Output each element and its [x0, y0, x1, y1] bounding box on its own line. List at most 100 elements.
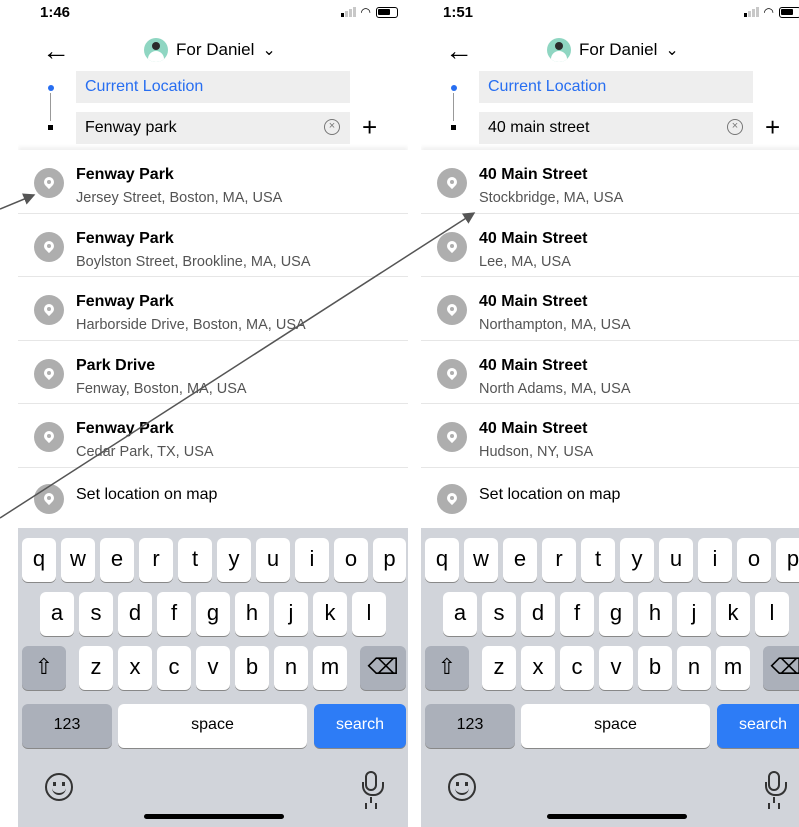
arrow-left-icon[interactable]: ←: [445, 37, 473, 65]
list-item[interactable]: 40 Main Street Hudson, NY, USA: [421, 404, 799, 468]
location-pin-icon: [34, 422, 64, 452]
key-w[interactable]: w: [61, 538, 95, 582]
clear-circle-icon[interactable]: ×: [324, 119, 340, 135]
key-g[interactable]: g: [196, 592, 230, 636]
pickup-input[interactable]: Current Location: [76, 71, 350, 103]
key-e[interactable]: e: [503, 538, 537, 582]
key-w[interactable]: w: [464, 538, 498, 582]
key-b[interactable]: b: [638, 646, 672, 690]
set-location-on-map[interactable]: Set location on map: [421, 468, 799, 524]
key-y[interactable]: y: [217, 538, 251, 582]
key-i[interactable]: i: [698, 538, 732, 582]
key-f[interactable]: f: [157, 592, 191, 636]
key-q[interactable]: q: [22, 538, 56, 582]
key-p[interactable]: p: [776, 538, 799, 582]
key-m[interactable]: m: [313, 646, 347, 690]
key-m[interactable]: m: [716, 646, 750, 690]
key-b[interactable]: b: [235, 646, 269, 690]
list-item[interactable]: Fenway Park Jersey Street, Boston, MA, U…: [18, 150, 408, 214]
add-stop-icon[interactable]: +: [362, 113, 377, 141]
result-address: Cedar Park, TX, USA: [76, 444, 214, 460]
arrow-left-icon[interactable]: ←: [42, 37, 70, 65]
keyboard: q w e r t y u i o p a s d f g h j k l ⇧ …: [421, 528, 799, 827]
destination-input[interactable]: Fenway park ×: [76, 112, 350, 144]
key-s[interactable]: s: [482, 592, 516, 636]
list-item[interactable]: 40 Main Street North Adams, MA, USA: [421, 341, 799, 404]
result-address: Stockbridge, MA, USA: [479, 190, 624, 206]
list-item[interactable]: 40 Main Street Lee, MA, USA: [421, 214, 799, 277]
key-y[interactable]: y: [620, 538, 654, 582]
key-a[interactable]: a: [40, 592, 74, 636]
key-j[interactable]: j: [677, 592, 711, 636]
key-p[interactable]: p: [373, 538, 406, 582]
shift-key[interactable]: ⇧: [425, 646, 469, 690]
pickup-input[interactable]: Current Location: [479, 71, 753, 103]
rider-selector[interactable]: For Daniel ⌄: [144, 38, 276, 62]
backspace-key[interactable]: ⌫: [763, 646, 799, 690]
keyboard-row-2: a s d f g h j k l: [18, 592, 408, 636]
key-f[interactable]: f: [560, 592, 594, 636]
backspace-key[interactable]: ⌫: [360, 646, 406, 690]
result-title: 40 Main Street: [479, 229, 588, 247]
key-h[interactable]: h: [235, 592, 269, 636]
list-item[interactable]: Fenway Park Boylston Street, Brookline, …: [18, 214, 408, 277]
key-t[interactable]: t: [581, 538, 615, 582]
emoji-icon[interactable]: [45, 773, 73, 801]
key-l[interactable]: l: [755, 592, 789, 636]
emoji-icon[interactable]: [448, 773, 476, 801]
space-key[interactable]: space: [521, 704, 710, 748]
search-key[interactable]: search: [314, 704, 406, 748]
key-s[interactable]: s: [79, 592, 113, 636]
key-z[interactable]: z: [79, 646, 113, 690]
key-z[interactable]: z: [482, 646, 516, 690]
key-o[interactable]: o: [737, 538, 771, 582]
list-item[interactable]: 40 Main Street Stockbridge, MA, USA: [421, 150, 799, 214]
key-k[interactable]: k: [313, 592, 347, 636]
destination-input[interactable]: 40 main street ×: [479, 112, 753, 144]
key-t[interactable]: t: [178, 538, 212, 582]
key-g[interactable]: g: [599, 592, 633, 636]
destination-square-icon: [451, 125, 456, 130]
key-l[interactable]: l: [352, 592, 386, 636]
key-r[interactable]: r: [542, 538, 576, 582]
destination-value: Fenway park: [85, 119, 177, 136]
key-d[interactable]: d: [118, 592, 152, 636]
key-i[interactable]: i: [295, 538, 329, 582]
key-r[interactable]: r: [139, 538, 173, 582]
wifi-icon: ◠: [360, 5, 371, 19]
key-k[interactable]: k: [716, 592, 750, 636]
key-v[interactable]: v: [196, 646, 230, 690]
clear-circle-icon[interactable]: ×: [727, 119, 743, 135]
key-c[interactable]: c: [157, 646, 191, 690]
key-x[interactable]: x: [118, 646, 152, 690]
numbers-key[interactable]: 123: [425, 704, 515, 748]
key-e[interactable]: e: [100, 538, 134, 582]
space-key[interactable]: space: [118, 704, 307, 748]
signal-icon: [743, 7, 759, 17]
key-v[interactable]: v: [599, 646, 633, 690]
key-o[interactable]: o: [334, 538, 368, 582]
key-n[interactable]: n: [677, 646, 711, 690]
key-a[interactable]: a: [443, 592, 477, 636]
set-location-on-map[interactable]: Set location on map: [18, 468, 408, 524]
list-item[interactable]: Fenway Park Harborside Drive, Boston, MA…: [18, 277, 408, 341]
key-c[interactable]: c: [560, 646, 594, 690]
microphone-icon[interactable]: [765, 771, 787, 803]
key-h[interactable]: h: [638, 592, 672, 636]
numbers-key[interactable]: 123: [22, 704, 112, 748]
key-u[interactable]: u: [659, 538, 693, 582]
search-key[interactable]: search: [717, 704, 799, 748]
shift-key[interactable]: ⇧: [22, 646, 66, 690]
rider-selector[interactable]: For Daniel ⌄: [547, 38, 679, 62]
key-n[interactable]: n: [274, 646, 308, 690]
list-item[interactable]: Park Drive Fenway, Boston, MA, USA: [18, 341, 408, 404]
key-q[interactable]: q: [425, 538, 459, 582]
list-item[interactable]: 40 Main Street Northampton, MA, USA: [421, 277, 799, 341]
key-u[interactable]: u: [256, 538, 290, 582]
list-item[interactable]: Fenway Park Cedar Park, TX, USA: [18, 404, 408, 468]
key-j[interactable]: j: [274, 592, 308, 636]
add-stop-icon[interactable]: +: [765, 113, 780, 141]
microphone-icon[interactable]: [362, 771, 384, 803]
key-x[interactable]: x: [521, 646, 555, 690]
key-d[interactable]: d: [521, 592, 555, 636]
